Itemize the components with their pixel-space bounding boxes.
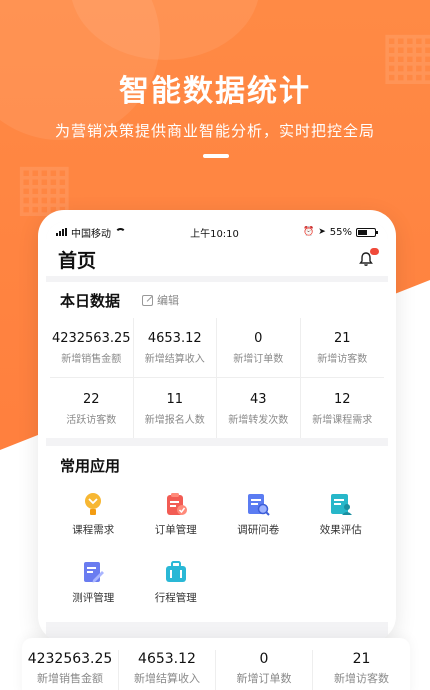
stat-label: 新增访客数 <box>334 672 389 685</box>
stat-value: 11 <box>166 391 184 407</box>
stat-value: 4232563.25 <box>27 651 113 667</box>
stat-value: 21 <box>352 651 371 667</box>
stat-label: 新增订单数 <box>236 672 292 685</box>
app-label: 调研问卷 <box>237 524 280 536</box>
edit-icon <box>142 294 154 306</box>
stat-cell[interactable]: 4653.12 新增结算收入 <box>133 318 217 378</box>
stat-value: 22 <box>82 391 100 407</box>
app-label: 行程管理 <box>154 592 197 604</box>
stat-label: 新增课程需求 <box>312 414 373 426</box>
stat-cell[interactable]: 11 新增报名人数 <box>134 378 217 438</box>
stat-label: 新增报名人数 <box>144 414 205 426</box>
app-label: 测评管理 <box>72 592 115 604</box>
stat-label: 活跃访客数 <box>66 414 117 426</box>
today-data-title: 本日数据 <box>60 291 121 310</box>
stat-label: 新增结算收入 <box>134 672 200 685</box>
stat-value: 4653.12 <box>147 331 202 346</box>
app-label: 课程需求 <box>72 524 115 536</box>
page-title: 首页 <box>58 249 97 272</box>
notification-badge <box>370 248 379 255</box>
stat-label: 新增结算收入 <box>144 354 205 365</box>
bottom-stats-card: 4232563.25 新增销售金额 4653.12 新增结算收入 0 新增订单数 21… <box>22 638 410 690</box>
edit-button[interactable]: 编辑 <box>142 292 179 308</box>
app-course-demand[interactable]: 课程需求 <box>52 484 135 544</box>
stat-cell[interactable]: 12 新增课程需求 <box>301 378 385 438</box>
headline-divider <box>203 154 229 158</box>
signal-icon <box>56 228 67 236</box>
survey-search-icon <box>248 494 270 516</box>
battery-icon <box>355 227 378 237</box>
stat-value: 12 <box>333 391 351 407</box>
app-grid: 课程需求 订单管理 调研问卷 效果评估 测评管理 行程管理 <box>50 484 384 612</box>
stat-value: 4653.12 <box>138 651 196 667</box>
user-report-icon <box>330 494 352 515</box>
wifi-icon <box>115 228 126 236</box>
stat-cell[interactable]: 22 活跃访客数 <box>50 378 134 438</box>
stat-cell[interactable]: 21 新增访客数 <box>300 318 384 378</box>
stat-value: 4232563.25 <box>51 331 131 346</box>
app-itinerary-management[interactable]: 行程管理 <box>135 552 218 612</box>
carrier-name: 中国移动 <box>71 228 111 240</box>
app-order-management[interactable]: 订单管理 <box>135 484 218 544</box>
battery-percent: 55% <box>329 226 352 238</box>
today-data-card: 本日数据 编辑 4232563.25 新增销售金额 4653.12 新增结算收入 0… <box>46 282 388 438</box>
luggage-icon <box>165 561 186 582</box>
common-apps-title: 常用应用 <box>60 456 121 475</box>
app-survey[interactable]: 调研问卷 <box>217 484 300 544</box>
stat-value: 21 <box>333 331 351 346</box>
stat-cell[interactable]: 4232563.25 新增销售金额 <box>22 650 119 690</box>
headline: 智能数据统计 <box>119 74 311 109</box>
stat-label: 新增访客数 <box>317 354 368 365</box>
stat-cell[interactable]: 0 新增订单数 <box>216 650 313 690</box>
stat-label: 新增转发次数 <box>228 414 289 426</box>
stat-value: 0 <box>254 331 263 346</box>
trophy-icon <box>85 493 102 515</box>
alarm-icon: ⏰ <box>302 227 315 237</box>
app-label: 效果评估 <box>319 524 362 536</box>
stat-label: 新增销售金额 <box>37 672 103 685</box>
location-icon: ➤ <box>318 227 326 237</box>
subheadline: 为营销决策提供商业智能分析，实时把控全局 <box>54 122 375 140</box>
app-assessment-management[interactable]: 测评管理 <box>52 552 135 612</box>
app-effect-evaluation[interactable]: 效果评估 <box>300 484 383 544</box>
stat-cell[interactable]: 43 新增转发次数 <box>217 378 301 438</box>
status-time: 上午10:10 <box>190 228 239 240</box>
stat-value: 0 <box>259 651 269 667</box>
app-header: 首页 <box>46 242 388 276</box>
stat-cell[interactable]: 4653.12 新增结算收入 <box>119 650 216 690</box>
status-bar: 中国移动 上午10:10 ⏰ ➤ 55% <box>46 222 388 242</box>
phone-mockup: 中国移动 上午10:10 ⏰ ➤ 55% 首页 本日数据 编辑 4232563.… <box>38 210 396 642</box>
stat-cell[interactable]: 0 新增订单数 <box>217 318 301 378</box>
today-stats-grid: 4232563.25 新增销售金额 4653.12 新增结算收入 0 新增订单数 21… <box>50 318 384 438</box>
app-label: 订单管理 <box>154 524 197 536</box>
edit-label: 编辑 <box>157 294 180 307</box>
phone-screen: 中国移动 上午10:10 ⏰ ➤ 55% 首页 本日数据 编辑 4232563.… <box>46 222 388 642</box>
stat-value: 43 <box>249 391 267 407</box>
edit-doc-icon <box>84 562 105 583</box>
clipboard-check-icon <box>166 493 187 515</box>
stat-cell[interactable]: 21 新增访客数 <box>313 650 410 690</box>
notification-bell-icon[interactable] <box>358 248 379 267</box>
stat-label: 新增订单数 <box>233 354 284 365</box>
stat-cell[interactable]: 4232563.25 新增销售金额 <box>50 318 134 378</box>
common-apps-card: 常用应用 课程需求 订单管理 调研问卷 效果评估 测评管理 行程管理 <box>46 446 388 622</box>
stat-label: 新增销售金额 <box>61 354 122 365</box>
